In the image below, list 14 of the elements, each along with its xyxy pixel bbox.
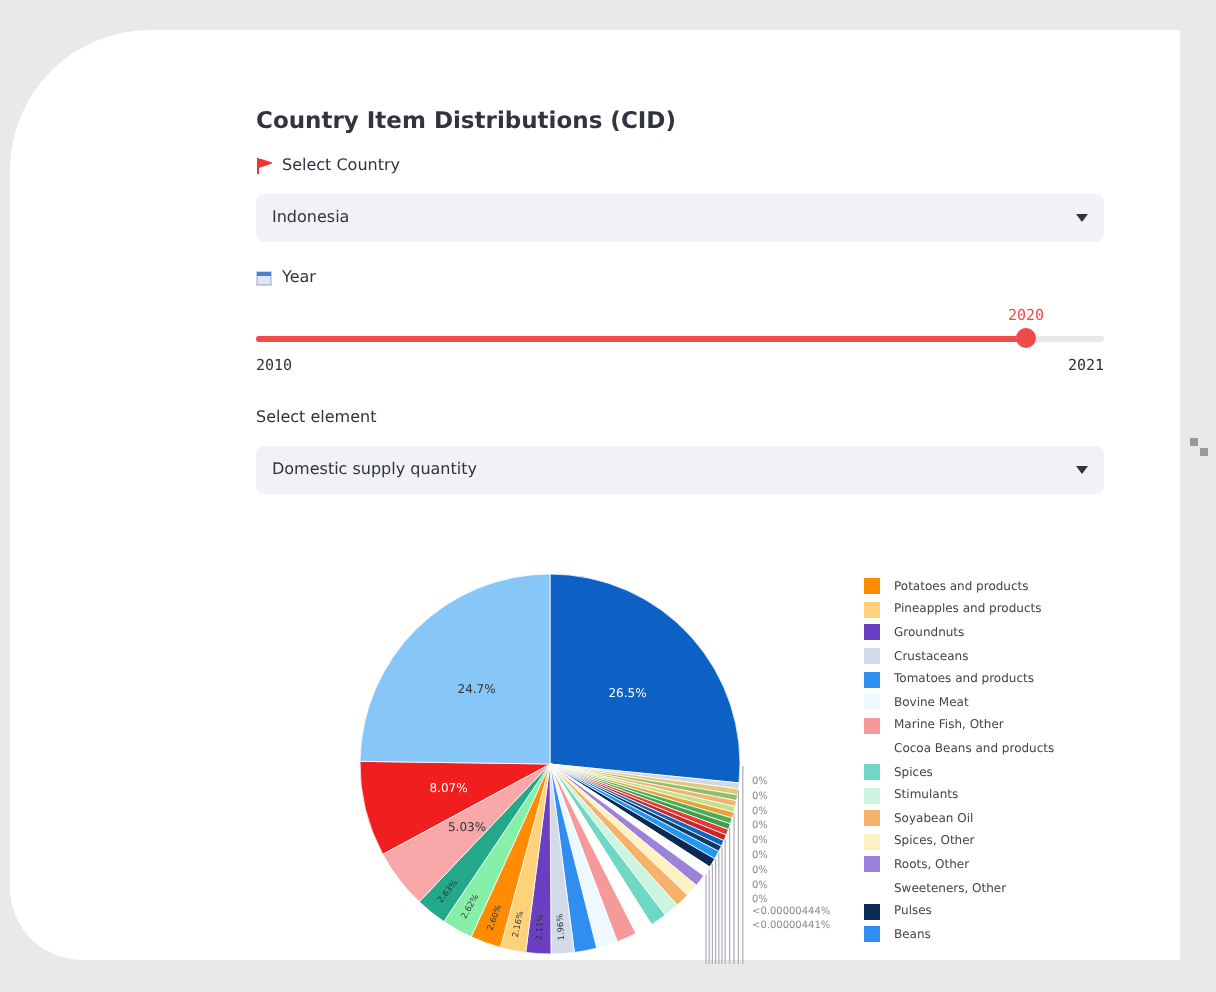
caret-icon xyxy=(1076,465,1088,473)
field-label: Select Country xyxy=(282,154,401,179)
expand-icon[interactable] xyxy=(1190,438,1208,456)
field-label: Select element xyxy=(256,405,377,429)
dropdown[interactable]: Domestic supply quantity xyxy=(256,445,1104,493)
dropdown-value: Domestic supply quantity xyxy=(272,457,477,481)
field-label: Year xyxy=(282,266,316,291)
dropdown-value: Indonesia xyxy=(272,206,350,231)
slider-thumb[interactable] xyxy=(1015,328,1036,349)
calendar-icon xyxy=(256,270,272,287)
caret-icon xyxy=(1076,214,1088,223)
flag-icon xyxy=(256,158,272,175)
dropdown[interactable]: Indonesia xyxy=(256,194,1104,243)
page-title: Country Item Distributions (CID) xyxy=(256,104,678,138)
